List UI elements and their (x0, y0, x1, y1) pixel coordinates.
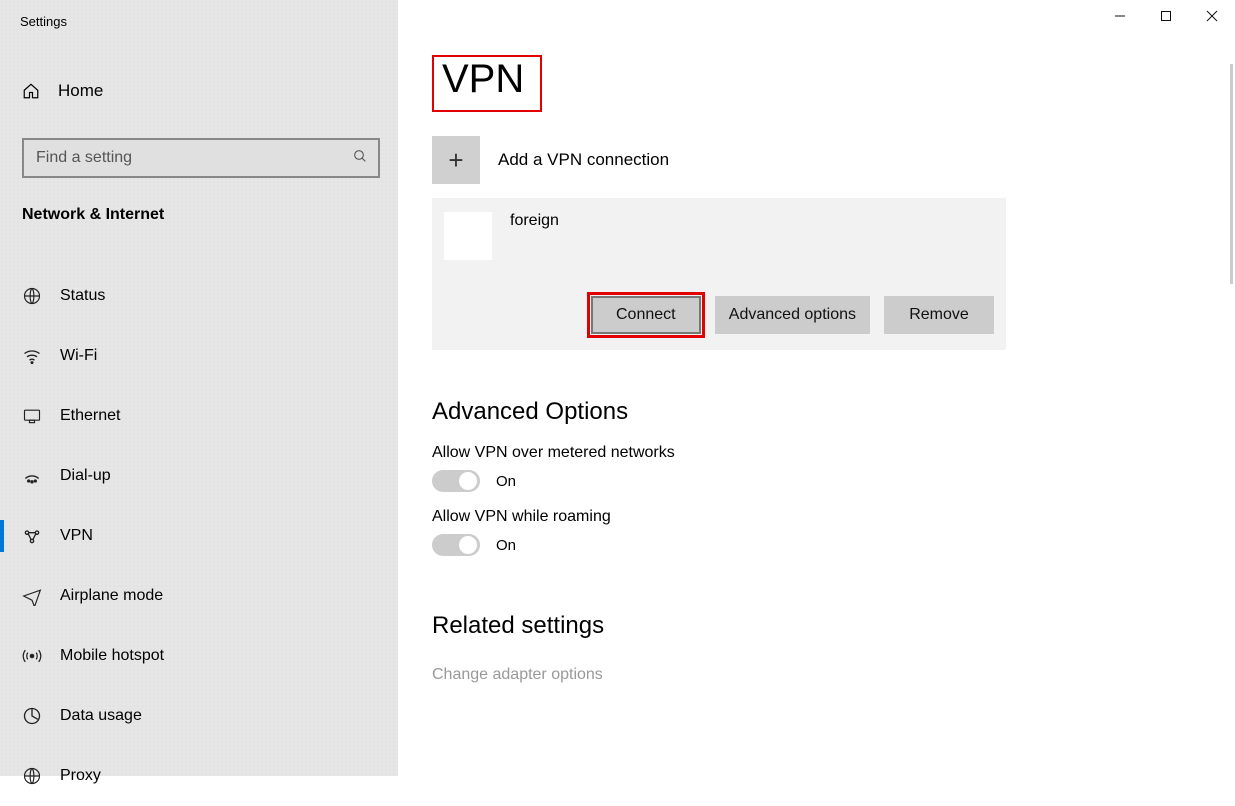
sidebar-item-ethernet[interactable]: Ethernet (0, 386, 398, 446)
sidebar-item-label: Ethernet (60, 407, 120, 425)
sidebar-item-label: Status (60, 287, 105, 305)
roaming-toggle[interactable] (432, 534, 480, 556)
add-vpn-row[interactable]: + Add a VPN connection (432, 136, 1211, 184)
sidebar: Settings Home Network & Internet (0, 0, 398, 776)
plus-icon: + (432, 136, 480, 184)
data-usage-icon (22, 706, 60, 726)
airplane-icon (22, 586, 60, 606)
sidebar-item-airplane[interactable]: Airplane mode (0, 566, 398, 626)
dialup-icon (22, 466, 60, 486)
change-adapter-link[interactable]: Change adapter options (432, 666, 603, 684)
app-title: Settings (0, 0, 398, 42)
status-icon (22, 286, 60, 306)
metered-toggle-state: On (496, 473, 516, 490)
sidebar-category: Network & Internet (22, 206, 398, 224)
sidebar-item-status[interactable]: Status (0, 266, 398, 326)
sidebar-item-label: Wi-Fi (60, 347, 97, 365)
home-label: Home (58, 81, 103, 101)
vpn-connection-name: foreign (510, 212, 559, 260)
home-icon (22, 82, 58, 100)
wifi-icon (22, 346, 60, 366)
close-button[interactable] (1189, 0, 1235, 32)
vpn-connection-icon (444, 212, 492, 260)
sidebar-item-label: Mobile hotspot (60, 647, 164, 665)
metered-toggle[interactable] (432, 470, 480, 492)
sidebar-item-proxy[interactable]: Proxy (0, 746, 398, 806)
sidebar-item-label: Data usage (60, 707, 142, 725)
sidebar-item-dialup[interactable]: Dial-up (0, 446, 398, 506)
page-title-highlight: VPN (432, 55, 542, 112)
roaming-label: Allow VPN while roaming (432, 508, 1211, 526)
vpn-icon (22, 526, 60, 546)
advanced-options-heading: Advanced Options (432, 398, 1211, 426)
sidebar-item-datausage[interactable]: Data usage (0, 686, 398, 746)
vpn-connection-card[interactable]: foreign Connect Advanced options Remove (432, 198, 1006, 350)
metered-label: Allow VPN over metered networks (432, 444, 1211, 462)
sidebar-item-label: Dial-up (60, 467, 111, 485)
sidebar-item-label: Proxy (60, 767, 101, 785)
add-vpn-label: Add a VPN connection (498, 150, 669, 170)
sidebar-item-hotspot[interactable]: Mobile hotspot (0, 626, 398, 686)
maximize-button[interactable] (1143, 0, 1189, 32)
roaming-toggle-state: On (496, 537, 516, 554)
nav-home[interactable]: Home (22, 70, 398, 112)
sidebar-item-wifi[interactable]: Wi-Fi (0, 326, 398, 386)
proxy-icon (22, 766, 60, 786)
main-content: VPN + Add a VPN connection foreign Conne… (398, 0, 1235, 776)
advanced-options-button[interactable]: Advanced options (715, 296, 870, 334)
search-input[interactable] (22, 138, 380, 178)
sidebar-item-label: Airplane mode (60, 587, 163, 605)
connect-button[interactable]: Connect (591, 296, 701, 334)
ethernet-icon (22, 406, 60, 426)
minimize-button[interactable] (1097, 0, 1143, 32)
remove-button[interactable]: Remove (884, 296, 994, 334)
sidebar-item-label: VPN (60, 527, 93, 545)
scrollbar[interactable] (1230, 64, 1233, 284)
related-settings-heading: Related settings (432, 612, 1211, 640)
hotspot-icon (22, 646, 60, 666)
page-title: VPN (442, 57, 524, 102)
sidebar-item-vpn[interactable]: VPN (0, 506, 398, 566)
window-controls (1097, 0, 1235, 32)
